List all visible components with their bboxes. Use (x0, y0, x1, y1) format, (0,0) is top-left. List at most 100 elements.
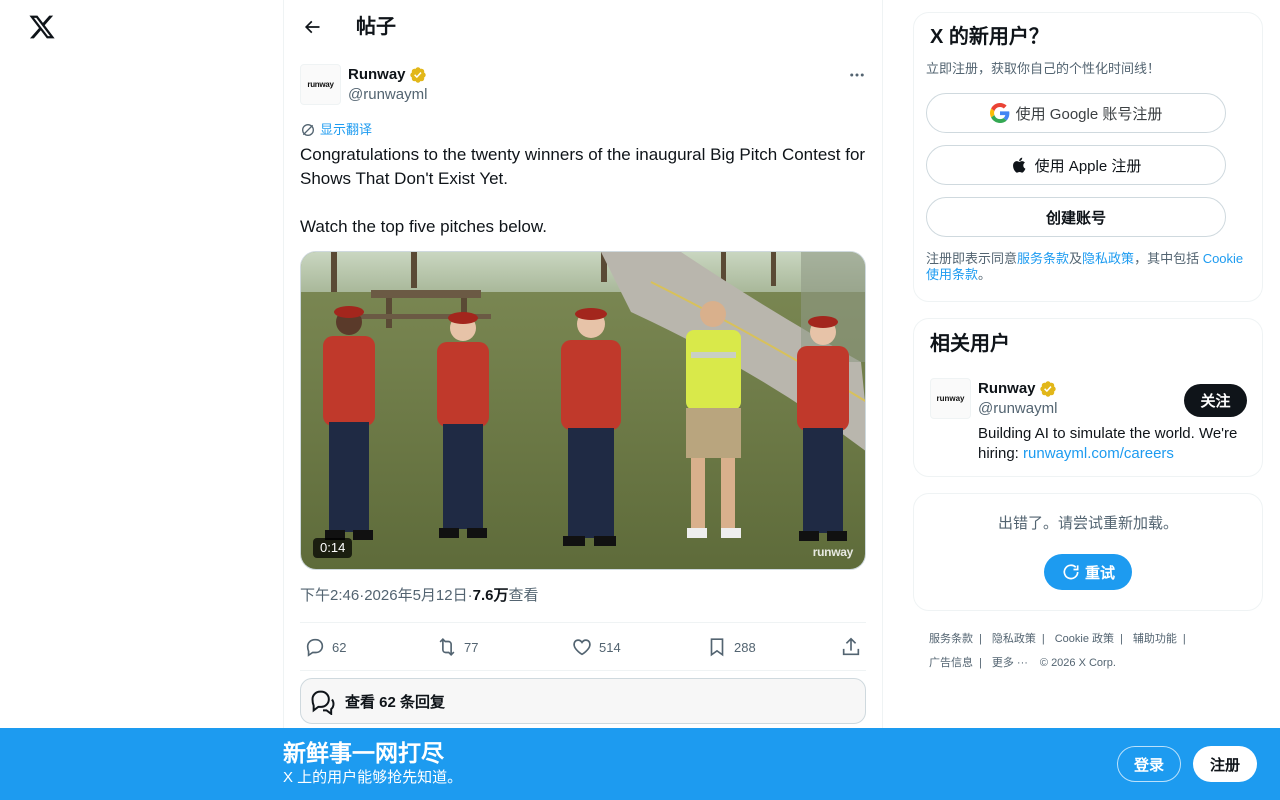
footer-separator: | (1182, 633, 1186, 645)
bookmark-button[interactable]: 288 (706, 636, 756, 658)
retry-label: 重试 (1084, 564, 1115, 582)
create-account-button[interactable]: 创建账号 (926, 197, 1226, 237)
terms-suffix: 。 (978, 267, 992, 282)
arrow-left-icon (304, 20, 320, 34)
google-signup-label: 使用 Google 账号注册 (1015, 105, 1163, 123)
reply-icon (306, 638, 324, 657)
post-text-line: Watch the top five pitches below. (300, 217, 547, 236)
repost-icon (439, 638, 455, 656)
post-date[interactable]: 2026年5月12日 (364, 585, 467, 607)
post-meta: 下午2:46 · 2026年5月12日 · 7.6万 查看 (300, 585, 538, 607)
bookmark-count: 288 (734, 639, 756, 655)
signup-card: X 的新用户？ 立即注册，获取你自己的个性化时间线！ 使用 Google 账号注… (913, 12, 1263, 302)
banner-title: 新鲜事一网打尽 (283, 740, 444, 766)
footer-link-terms[interactable]: 服务条款 (929, 627, 973, 651)
x-logo-icon[interactable] (28, 13, 56, 41)
video-watermark: runway (812, 545, 854, 559)
main-column: 帖子 runway Runway @runwayml 显示翻译 Congratu… (283, 0, 883, 800)
terms-text: 注册即表示同意服务条款及隐私政策，其中包括 Cookie 使用条款。 (926, 251, 1252, 283)
related-user-handle[interactable]: @runwayml (978, 399, 1057, 419)
top-bar: 帖子 (284, 0, 883, 54)
related-user-name[interactable]: Runway (978, 379, 1057, 399)
share-button[interactable] (840, 636, 862, 658)
footer-copyright: © 2026 X Corp. (1039, 657, 1116, 669)
terms-prefix: 注册即表示同意 (926, 251, 1018, 266)
video-frame-illustration (301, 252, 865, 569)
verified-badge-icon (409, 67, 426, 83)
error-card: 出错了。请尝试重新加载。 重试 (913, 493, 1263, 611)
google-icon (989, 103, 1010, 123)
apple-signup-button[interactable]: 使用 Apple 注册 (926, 145, 1226, 185)
banner-subtitle: X 上的用户能够抢先知道。 (283, 769, 463, 786)
share-icon (842, 637, 860, 656)
action-bar: 62 77 514 288 (300, 622, 866, 671)
login-button[interactable]: 登录 (1117, 746, 1181, 782)
view-replies-button[interactable]: 查看 62 条回复 (300, 678, 866, 724)
footer-separator: | (979, 657, 982, 669)
signup-title: X 的新用户？ (930, 26, 1049, 48)
translate-label: 显示翻译 (320, 122, 373, 137)
related-user-bio: Building AI to simulate the world. We're… (978, 424, 1254, 464)
create-account-label: 创建账号 (1045, 209, 1106, 227)
google-signup-button[interactable]: 使用 Google 账号注册 (926, 93, 1226, 133)
translate-icon (302, 124, 314, 136)
related-users-card: 相关用户 runway Runway @runwayml 关注 Building… (913, 318, 1263, 477)
privacy-policy-link[interactable]: 隐私政策 (1082, 251, 1134, 266)
page-title: 帖子 (356, 16, 396, 38)
more-dots-icon (850, 73, 864, 77)
terms-middle: ，其中包括 (1134, 251, 1203, 266)
reply-button[interactable]: 62 (304, 636, 346, 658)
footer-link-ads[interactable]: 广告信息 (929, 651, 973, 675)
back-button[interactable] (298, 13, 326, 41)
like-count: 514 (599, 639, 621, 655)
apple-icon (1012, 157, 1026, 173)
footer-links: 服务条款 | 隐私政策 | Cookie 政策 | 辅助功能 | 广告信息 | 更多 ··… (929, 627, 1259, 675)
view-count: 7.6万 (472, 587, 509, 604)
author-handle[interactable]: @runwayml (348, 85, 427, 105)
show-translation-link[interactable]: 显示翻译 (300, 121, 372, 139)
post-text-line (300, 191, 870, 215)
terms-of-service-link[interactable]: 服务条款 (1017, 251, 1069, 266)
follow-button[interactable]: 关注 (1184, 384, 1247, 417)
views-label: 查看 (508, 587, 539, 604)
related-user-name-text: Runway (978, 380, 1036, 397)
repost-count: 77 (464, 639, 479, 655)
footer-separator: | (979, 633, 982, 645)
replies-bubble-icon (311, 690, 335, 715)
register-button[interactable]: 注册 (1193, 746, 1257, 782)
reply-count: 62 (332, 639, 347, 655)
footer-separator: | (1041, 633, 1045, 645)
verified-badge-icon (1039, 381, 1056, 397)
like-button[interactable]: 514 (571, 636, 621, 658)
author-name[interactable]: Runway (348, 65, 427, 85)
error-message: 出错了。请尝试重新加载。 (997, 515, 1178, 532)
view-replies-label: 查看 62 条回复 (345, 693, 446, 711)
signup-subtitle: 立即注册，获取你自己的个性化时间线！ (926, 61, 1161, 76)
retry-button[interactable]: 重试 (1044, 554, 1132, 590)
related-users-title: 相关用户 (930, 333, 1010, 355)
footer-link-accessibility[interactable]: 辅助功能 (1133, 627, 1177, 651)
repost-button[interactable]: 77 (436, 636, 478, 658)
author-avatar[interactable]: runway (300, 64, 341, 105)
more-options-button[interactable] (844, 64, 870, 86)
avatar-text: runway (936, 394, 965, 403)
refresh-icon (1063, 564, 1079, 580)
bookmark-icon (710, 638, 724, 657)
heart-icon (573, 639, 591, 656)
bio-link[interactable]: runwayml.com/careers (1023, 445, 1174, 462)
footer-separator: | (1120, 633, 1123, 645)
related-user-avatar[interactable]: runway (930, 378, 971, 419)
apple-signup-label: 使用 Apple 注册 (1034, 157, 1142, 175)
avatar-text: runway (307, 80, 334, 89)
footer-link-privacy[interactable]: 隐私政策 (992, 627, 1036, 651)
footer-link-more[interactable]: 更多 ··· (992, 651, 1028, 675)
author-name-text: Runway (348, 66, 406, 83)
post-text: Congratulations to the twenty winners of… (300, 143, 870, 239)
post-text-line: Congratulations to the twenty winners of… (300, 145, 866, 188)
footer-link-cookie[interactable]: Cookie 政策 (1055, 627, 1114, 651)
signup-banner: 新鲜事一网打尽 X 上的用户能够抢先知道。 登录 注册 (0, 728, 1280, 800)
post-time[interactable]: 下午2:46 (300, 585, 359, 607)
post-video[interactable]: 0:14 runway (300, 251, 866, 570)
terms-and: 及 (1069, 251, 1083, 266)
video-duration: 0:14 (313, 538, 353, 558)
